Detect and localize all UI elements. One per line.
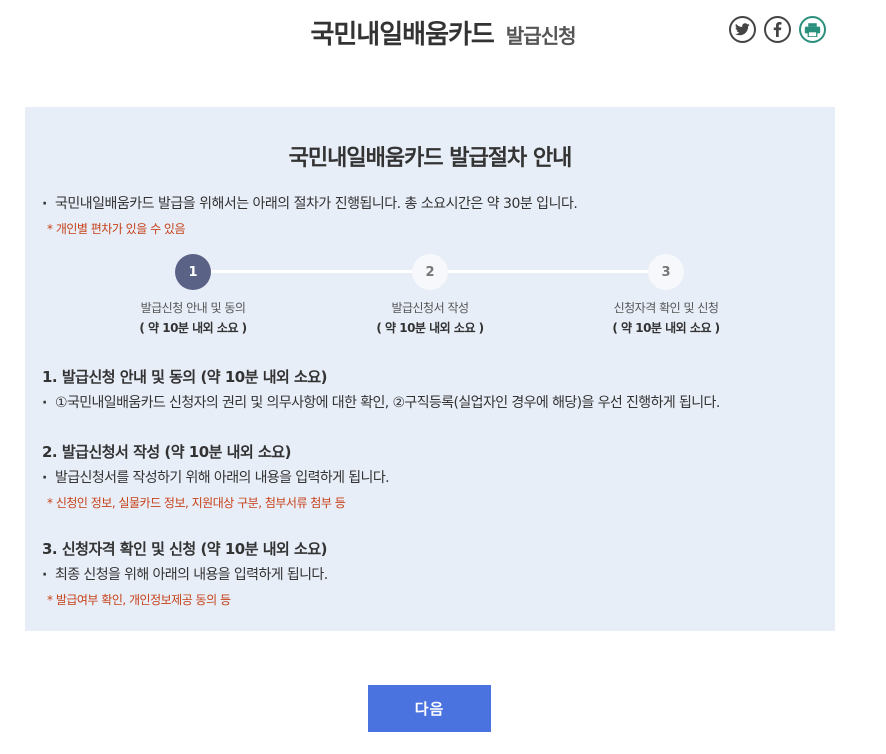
- section-1-heading: 1. 발급신청 안내 및 동의 (약 10분 내외 소요): [42, 368, 327, 386]
- step-1-circle: 1: [175, 254, 211, 290]
- section-2: 2. 발급신청서 작성 (약 10분 내외 소요) · 발급신청서를 작성하기 위…: [42, 441, 390, 511]
- step-2-duration: ( 약 10분 내외 소요 ): [376, 321, 484, 335]
- step-1-label: 발급신청 안내 및 동의 ( 약 10분 내외 소요 ): [93, 298, 293, 338]
- bullet-marker: ·: [42, 395, 47, 411]
- page-header: 국민내일배움카드 발급신청: [0, 0, 886, 70]
- guide-intro-text: 국민내일배움카드 발급을 위해서는 아래의 절차가 진행됩니다. 총 소요시간은…: [55, 196, 578, 212]
- procedure-guide-panel: 국민내일배움카드 발급절차 안내 · 국민내일배움카드 발급을 위해서는 아래의 …: [25, 107, 835, 631]
- guide-intro-note: * 개인별 편차가 있을 수 있음: [47, 222, 186, 236]
- step-2-label: 발급신청서 작성 ( 약 10분 내외 소요 ): [330, 298, 530, 338]
- next-button[interactable]: 다음: [368, 685, 491, 732]
- print-icon: [804, 22, 821, 37]
- step-progress: 1 2 3 발급신청 안내 및 동의 ( 약 10분 내외 소요 ) 발급신청서…: [25, 252, 835, 342]
- section-3-heading: 3. 신청자격 확인 및 신청 (약 10분 내외 소요): [42, 540, 327, 558]
- step-3-circle: 3: [648, 254, 684, 290]
- section-3-desc-text: 최종 신청을 위해 아래의 내용을 입력하게 됩니다.: [55, 567, 328, 583]
- section-3-desc: · 최종 신청을 위해 아래의 내용을 입력하게 됩니다.: [42, 564, 328, 584]
- bullet-marker: ·: [42, 196, 47, 212]
- share-buttons: [729, 16, 826, 43]
- print-button[interactable]: [799, 16, 826, 43]
- facebook-share-button[interactable]: [764, 16, 791, 43]
- facebook-icon: [773, 22, 782, 37]
- section-2-desc-text: 발급신청서를 작성하기 위해 아래의 내용을 입력하게 됩니다.: [55, 470, 390, 486]
- step-3-name: 신청자격 확인 및 신청: [613, 301, 719, 315]
- step-2-circle: 2: [412, 254, 448, 290]
- section-2-note: * 신청인 정보, 실물카드 정보, 지원대상 구분, 첨부서류 첨부 등: [47, 496, 346, 510]
- guide-title: 국민내일배움카드 발급절차 안내: [288, 146, 573, 171]
- page-title-sub: 발급신청: [505, 24, 577, 48]
- page-title-main: 국민내일배움카드: [310, 20, 494, 50]
- step-3-label: 신청자격 확인 및 신청 ( 약 10분 내외 소요 ): [566, 298, 766, 338]
- section-1: 1. 발급신청 안내 및 동의 (약 10분 내외 소요) · ①국민내일배움카드…: [42, 366, 720, 412]
- guide-intro: · 국민내일배움카드 발급을 위해서는 아래의 절차가 진행됩니다. 총 소요시간…: [42, 193, 578, 213]
- bullet-marker: ·: [42, 470, 47, 486]
- section-1-desc-text: ①국민내일배움카드 신청자의 권리 및 의무사항에 대한 확인, ②구직등록(실…: [55, 395, 720, 411]
- twitter-share-button[interactable]: [729, 16, 756, 43]
- twitter-icon: [735, 23, 750, 36]
- step-1-duration: ( 약 10분 내외 소요 ): [139, 321, 247, 335]
- step-2-name: 발급신청서 작성: [391, 301, 469, 315]
- section-3-note: * 발급여부 확인, 개인정보제공 동의 등: [47, 593, 231, 607]
- step-connector: [447, 270, 649, 273]
- step-1-name: 발급신청 안내 및 동의: [140, 301, 246, 315]
- section-2-heading: 2. 발급신청서 작성 (약 10분 내외 소요): [42, 443, 291, 461]
- section-1-desc: · ①국민내일배움카드 신청자의 권리 및 의무사항에 대한 확인, ②구직등록(…: [42, 392, 720, 412]
- section-2-desc: · 발급신청서를 작성하기 위해 아래의 내용을 입력하게 됩니다.: [42, 467, 390, 487]
- bullet-marker: ·: [42, 567, 47, 583]
- section-3: 3. 신청자격 확인 및 신청 (약 10분 내외 소요) · 최종 신청을 위해…: [42, 538, 328, 608]
- step-3-duration: ( 약 10분 내외 소요 ): [612, 321, 720, 335]
- step-connector: [211, 270, 413, 273]
